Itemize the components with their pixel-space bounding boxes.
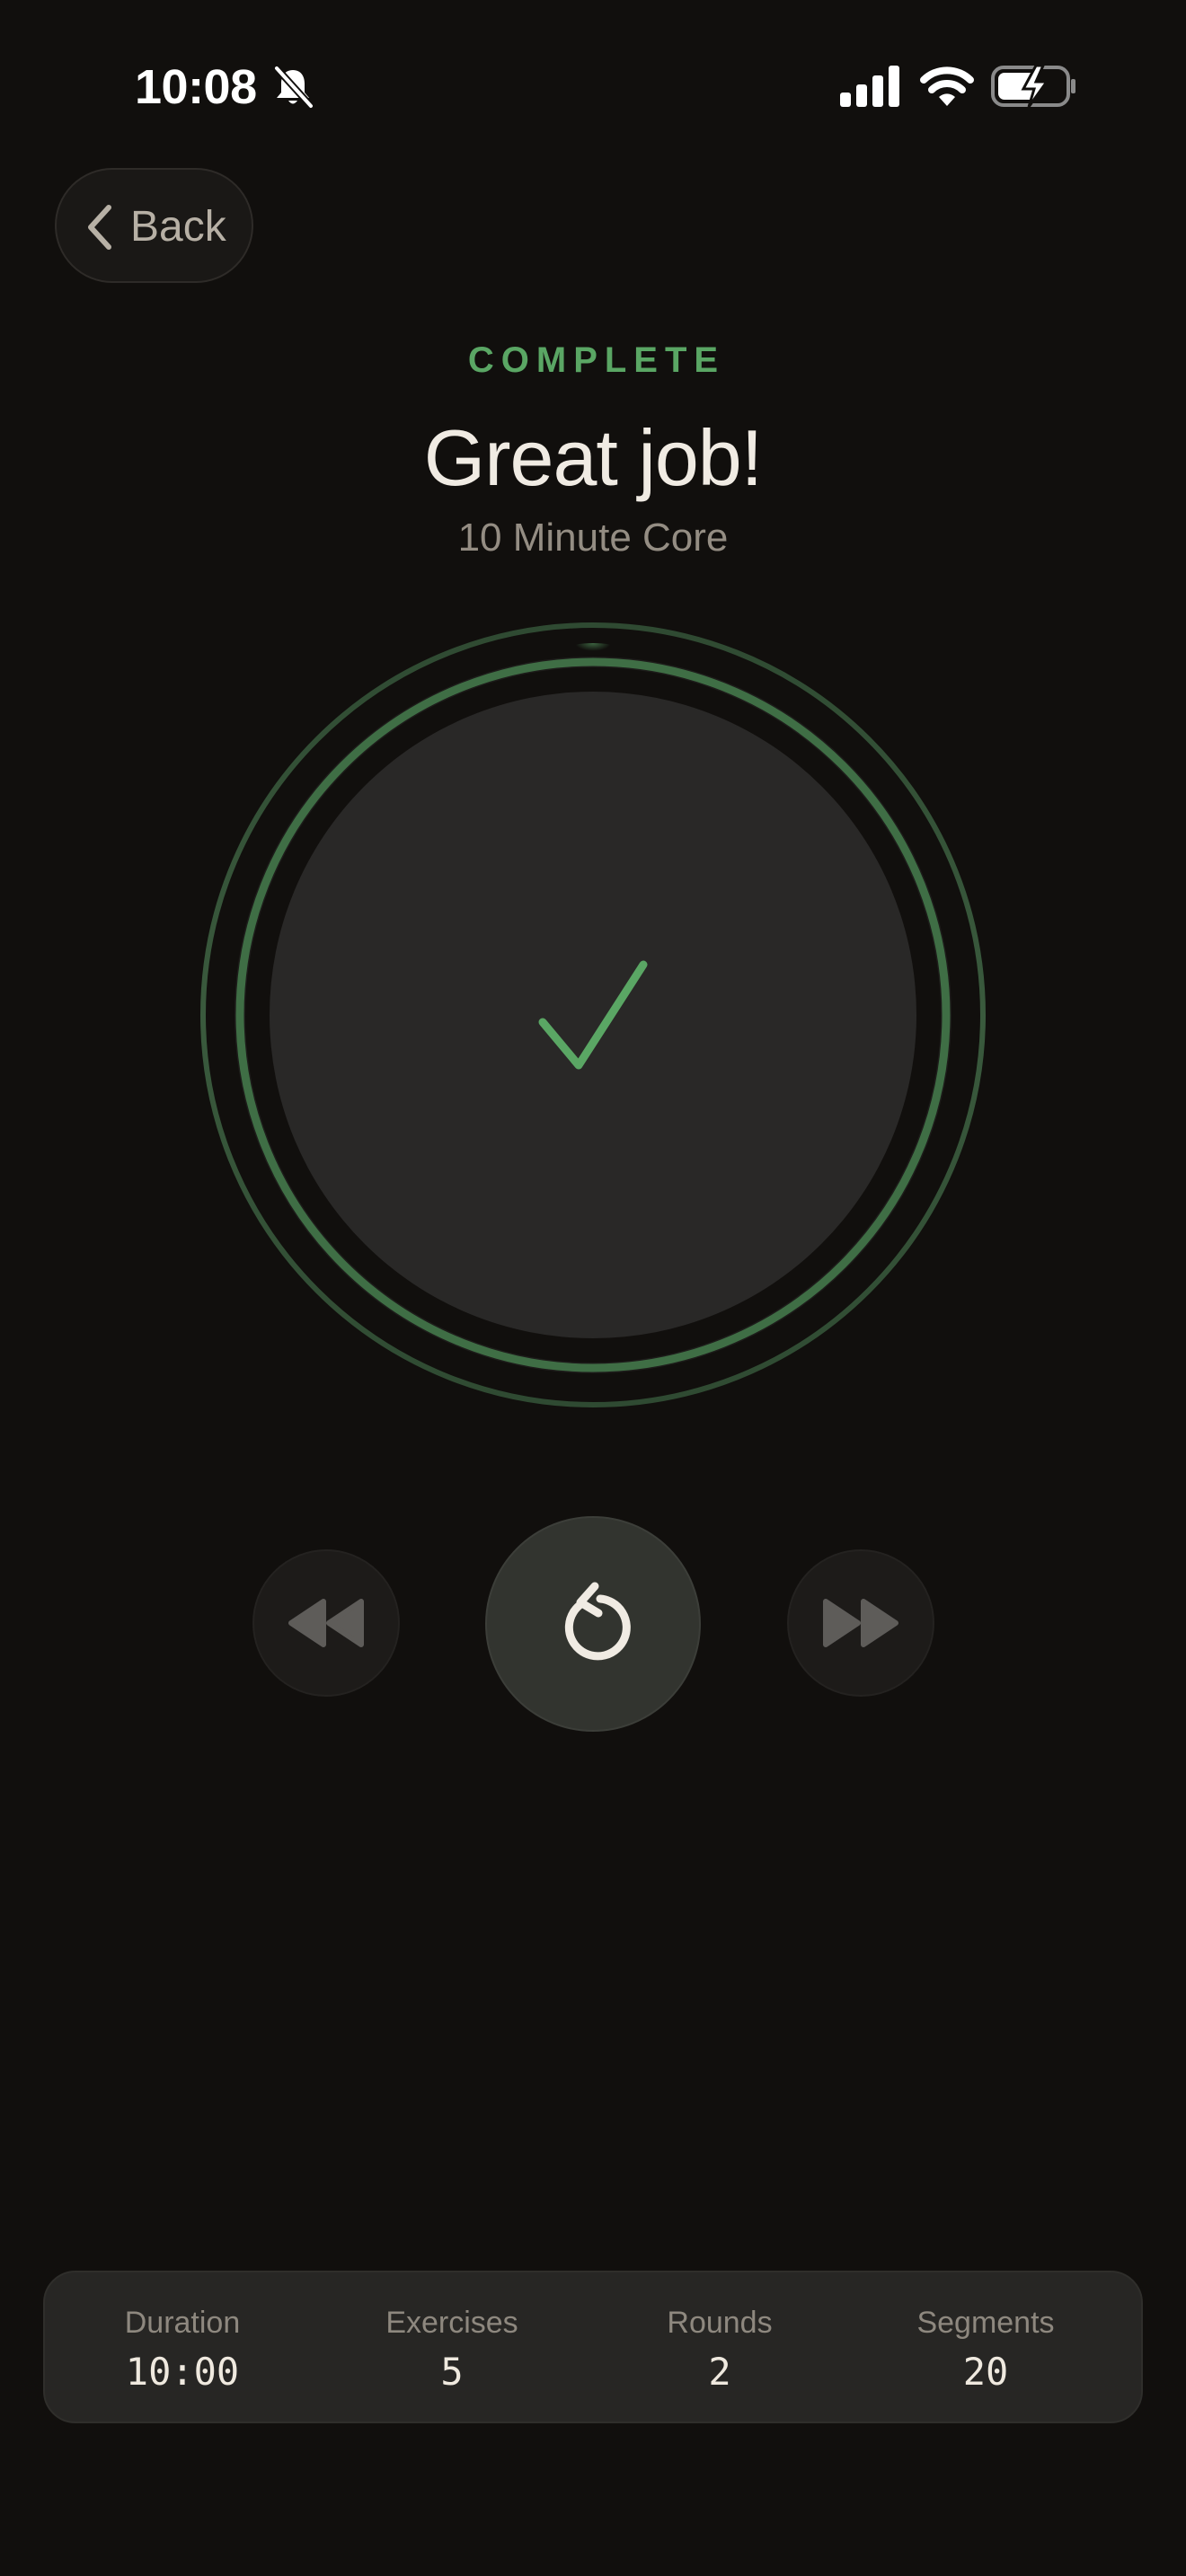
inner-disc (270, 692, 916, 1338)
stat-rounds: Rounds 2 (582, 2272, 857, 2425)
back-button[interactable]: Back (55, 168, 253, 283)
workout-name: 10 Minute Core (457, 516, 729, 560)
stat-value: 10:00 (125, 2350, 240, 2394)
stat-exercises: Exercises 5 (314, 2272, 589, 2425)
stat-label: Rounds (667, 2306, 773, 2340)
stat-value: 5 (440, 2350, 464, 2394)
fast-forward-icon (823, 1599, 898, 1647)
stat-duration: Duration 10:00 (45, 2272, 320, 2425)
cellular-signal-icon (840, 66, 899, 107)
back-label: Back (130, 203, 226, 251)
rewind-icon (288, 1599, 364, 1647)
battery-charging-icon (991, 64, 1075, 108)
arc-glow (548, 643, 638, 683)
stat-label: Exercises (385, 2306, 518, 2340)
progress-ring (200, 622, 986, 1407)
forward-button[interactable] (787, 1549, 934, 1697)
stat-label: Segments (916, 2306, 1055, 2340)
bell-slash-icon (274, 66, 314, 109)
wifi-icon (920, 66, 974, 106)
rewind-button[interactable] (252, 1549, 400, 1697)
restart-button[interactable] (485, 1516, 701, 1732)
stats-card: Duration 10:00 Exercises 5 Rounds 2 Segm… (43, 2271, 1143, 2423)
restart-icon (564, 1582, 631, 1661)
chevron-left-icon (88, 205, 111, 250)
stat-value: 2 (708, 2350, 731, 2394)
stat-segments: Segments 20 (848, 2272, 1123, 2425)
status-label: COMPLETE (467, 340, 726, 380)
page-title: Great job! (423, 413, 763, 502)
stat-label: Duration (124, 2306, 241, 2340)
stat-value: 20 (962, 2350, 1009, 2394)
status-time: 10:08 (135, 60, 257, 114)
